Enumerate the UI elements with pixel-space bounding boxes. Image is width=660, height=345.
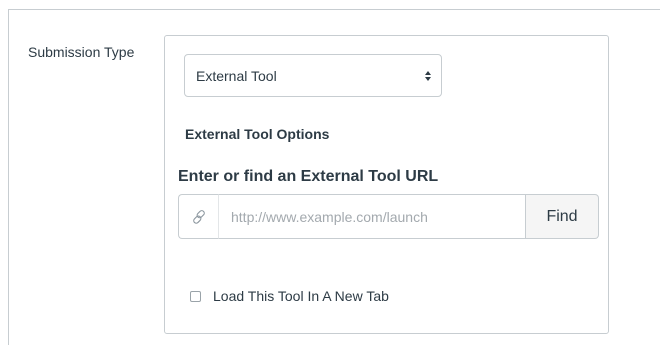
new-tab-checkbox-label[interactable]: Load This Tool In A New Tab xyxy=(213,288,389,304)
external-tool-url-input[interactable] xyxy=(218,194,526,239)
find-button[interactable]: Find xyxy=(526,194,599,239)
external-tool-url-group: Find xyxy=(178,194,599,239)
new-tab-checkbox[interactable] xyxy=(190,290,201,302)
submission-type-select[interactable]: External Tool xyxy=(184,54,442,97)
chevron-updown-icon xyxy=(425,70,431,81)
section-left-divider xyxy=(8,9,9,345)
link-icon xyxy=(178,194,218,239)
new-tab-option[interactable]: Load This Tool In A New Tab xyxy=(190,288,389,304)
submission-type-panel: External Tool External Tool Options Ente… xyxy=(164,35,609,334)
submission-type-section: Submission Type External Tool External T… xyxy=(0,0,660,345)
external-tool-options-heading: External Tool Options xyxy=(185,126,330,142)
submission-type-selected-value: External Tool xyxy=(196,67,277,84)
section-top-divider xyxy=(8,9,660,10)
submission-type-label: Submission Type xyxy=(28,44,135,60)
external-tool-url-heading: Enter or find an External Tool URL xyxy=(178,168,439,185)
